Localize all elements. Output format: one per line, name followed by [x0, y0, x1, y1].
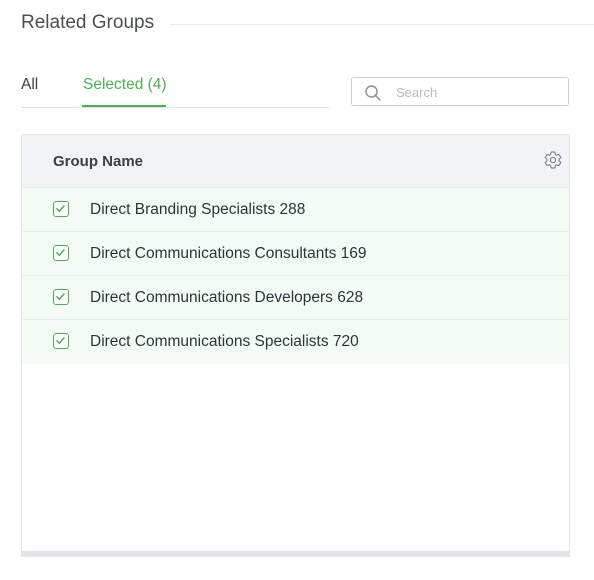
table-row[interactable]: Direct Branding Specialists 288 — [22, 188, 569, 232]
row-checkbox[interactable] — [53, 245, 69, 261]
column-header-group-name[interactable]: Group Name — [53, 153, 143, 170]
section-header: Related Groups — [21, 10, 594, 36]
group-name: Direct Communications Consultants 169 — [90, 245, 367, 262]
search-box[interactable] — [351, 77, 569, 106]
table-row[interactable]: Direct Communications Specialists 720 — [22, 320, 569, 364]
tab-bar: All Selected (4) — [21, 72, 329, 108]
horizontal-scrollbar[interactable] — [22, 551, 569, 556]
search-input[interactable] — [396, 82, 556, 102]
group-name: Direct Branding Specialists 288 — [90, 201, 306, 218]
checkmark-icon — [56, 205, 65, 212]
table-header: Group Name — [22, 135, 569, 188]
row-checkbox[interactable] — [53, 289, 69, 305]
related-groups-panel: Related Groups All Selected (4) Group Na… — [0, 0, 594, 580]
table-row[interactable]: Direct Communications Developers 628 — [22, 276, 569, 320]
section-divider — [170, 23, 594, 25]
row-checkbox[interactable] — [53, 201, 69, 217]
search-icon — [365, 85, 381, 101]
checkmark-icon — [56, 293, 65, 300]
checkmark-icon — [56, 249, 65, 256]
section-title: Related Groups — [21, 12, 155, 33]
table-body: Direct Branding Specialists 288 Direct C… — [22, 188, 569, 364]
row-checkbox[interactable] — [53, 333, 69, 349]
table-row[interactable]: Direct Communications Consultants 169 — [22, 232, 569, 276]
checkmark-icon — [56, 337, 65, 344]
active-tab-indicator — [82, 105, 166, 107]
group-name: Direct Communications Developers 628 — [90, 289, 364, 306]
tab-selected[interactable]: Selected (4) — [83, 76, 167, 94]
gear-icon[interactable] — [543, 150, 563, 170]
groups-table: Group Name Direct Branding Specialists 2… — [21, 134, 570, 557]
group-name: Direct Communications Specialists 720 — [90, 333, 359, 350]
tab-all[interactable]: All — [21, 76, 38, 94]
